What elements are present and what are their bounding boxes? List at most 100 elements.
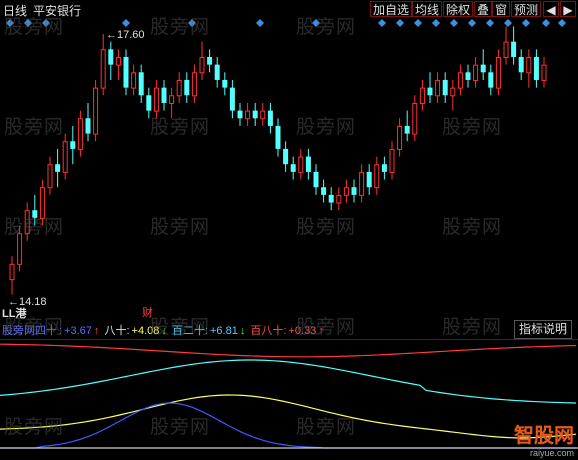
candle-body (450, 87, 456, 97)
indicator-line-180 (0, 343, 577, 358)
candle-body (108, 49, 114, 65)
candle-body (419, 87, 425, 104)
candle-body (153, 87, 159, 112)
candle-body (336, 194, 342, 204)
indicator-value-3: +6.81 (210, 325, 238, 337)
watermark: 股旁网 (296, 117, 357, 138)
overlay-button[interactable]: 叠 (474, 1, 493, 17)
candle-body (146, 95, 152, 111)
candle-body (62, 141, 68, 173)
watermark: 股旁网 (442, 117, 503, 138)
candle-body (328, 194, 334, 203)
event-diamond-icon (542, 19, 550, 27)
candle-body (47, 164, 53, 189)
candle-body (169, 95, 175, 104)
candle-body (366, 171, 372, 188)
candle-body (397, 125, 403, 150)
indicator-line-120 (0, 359, 577, 404)
candle-body (374, 164, 380, 189)
watermark: 股旁网 (4, 317, 65, 338)
candle-body (85, 118, 91, 134)
candle-body (343, 187, 349, 196)
candle-body (214, 64, 220, 80)
indicator-label-4: 百八十: (250, 325, 287, 337)
watermark: 股旁网 (4, 417, 65, 438)
watermark: 股旁网 (150, 217, 211, 238)
event-diamond-icon (396, 19, 404, 27)
candle-body (533, 56, 539, 80)
indicator-help-button[interactable]: 指标说明 (513, 320, 572, 339)
candle-body (473, 64, 479, 81)
candle-body (245, 110, 251, 120)
candle-body (222, 79, 228, 88)
candle-body (207, 56, 213, 65)
candle-body (55, 164, 61, 172)
add-watchlist-button[interactable]: 加自选 (370, 1, 413, 17)
candle-body (480, 64, 486, 73)
candle-body (199, 56, 205, 74)
moving-average-button[interactable]: 均线 (412, 1, 443, 17)
candle-body (321, 187, 327, 195)
watermark: 股旁网 (442, 217, 503, 238)
candle-body (442, 79, 448, 96)
candle-body (526, 56, 532, 74)
window-button[interactable]: 窗 (492, 1, 511, 17)
prev-icon[interactable]: ◀ (543, 1, 559, 17)
event-diamond-icon (450, 19, 458, 27)
candle-body (541, 64, 547, 81)
candle-body (275, 125, 281, 149)
candle-body (381, 164, 387, 172)
candle-body (70, 141, 76, 149)
candle-body (435, 79, 441, 97)
candle-body (9, 263, 15, 281)
event-diamond-icon (486, 19, 494, 27)
event-diamond-icon (558, 19, 566, 27)
candle-body (465, 72, 471, 80)
high-price-label: ←17.60 (106, 29, 145, 41)
candle-body (313, 171, 319, 188)
candle-body (359, 171, 365, 196)
event-diamond-icon (256, 19, 264, 27)
candle-body (77, 118, 83, 150)
candle-body (427, 87, 433, 96)
event-diamond-icon (122, 19, 130, 27)
candle-body (518, 56, 524, 73)
candle-body (298, 156, 304, 173)
stock-chart-window: 日线 平安银行 加自选 均线 除权 叠 窗 预测 ◀ ▶ ←17.60 ←14.1… (0, 0, 578, 460)
event-diamond-icon (468, 19, 476, 27)
candle-body (351, 187, 357, 195)
candle-body (283, 148, 289, 165)
watermark: 股旁网 (4, 17, 65, 38)
candle-body (100, 49, 106, 89)
candle-body (176, 79, 182, 97)
candle-body (495, 56, 501, 89)
candle-body (412, 102, 418, 135)
indicator-label-2: 八十: (104, 325, 130, 337)
candle-body (138, 72, 144, 96)
candle-body (237, 110, 243, 119)
candle-body (131, 72, 137, 89)
watermark: 股旁网 (442, 317, 503, 338)
ex-rights-button[interactable]: 除权 (443, 1, 474, 17)
candle-body (305, 156, 311, 172)
event-diamond-icon (414, 19, 422, 27)
forecast-button[interactable]: 预测 (511, 1, 542, 17)
candle-body (161, 87, 167, 103)
watermark: 股旁网 (296, 217, 357, 238)
panel-separator (0, 339, 578, 340)
event-diamond-icon (432, 19, 440, 27)
watermark: 股旁网 (150, 317, 211, 338)
candle-body (184, 79, 190, 96)
candle-body (503, 41, 509, 58)
indicator-line-40 (0, 402, 576, 449)
candle-body (252, 110, 258, 119)
watermark: 股旁网 (4, 217, 65, 238)
next-icon[interactable]: ▶ (560, 1, 576, 17)
candle-body (290, 164, 296, 172)
event-diamond-icon (504, 19, 512, 27)
candle-body (488, 72, 494, 88)
watermark: 股旁网 (296, 17, 357, 38)
watermark: 股旁网 (4, 117, 65, 138)
top-bar: 日线 平安银行 加自选 均线 除权 叠 窗 预测 ◀ ▶ (0, 0, 578, 18)
watermark: 股旁网 (296, 417, 357, 438)
